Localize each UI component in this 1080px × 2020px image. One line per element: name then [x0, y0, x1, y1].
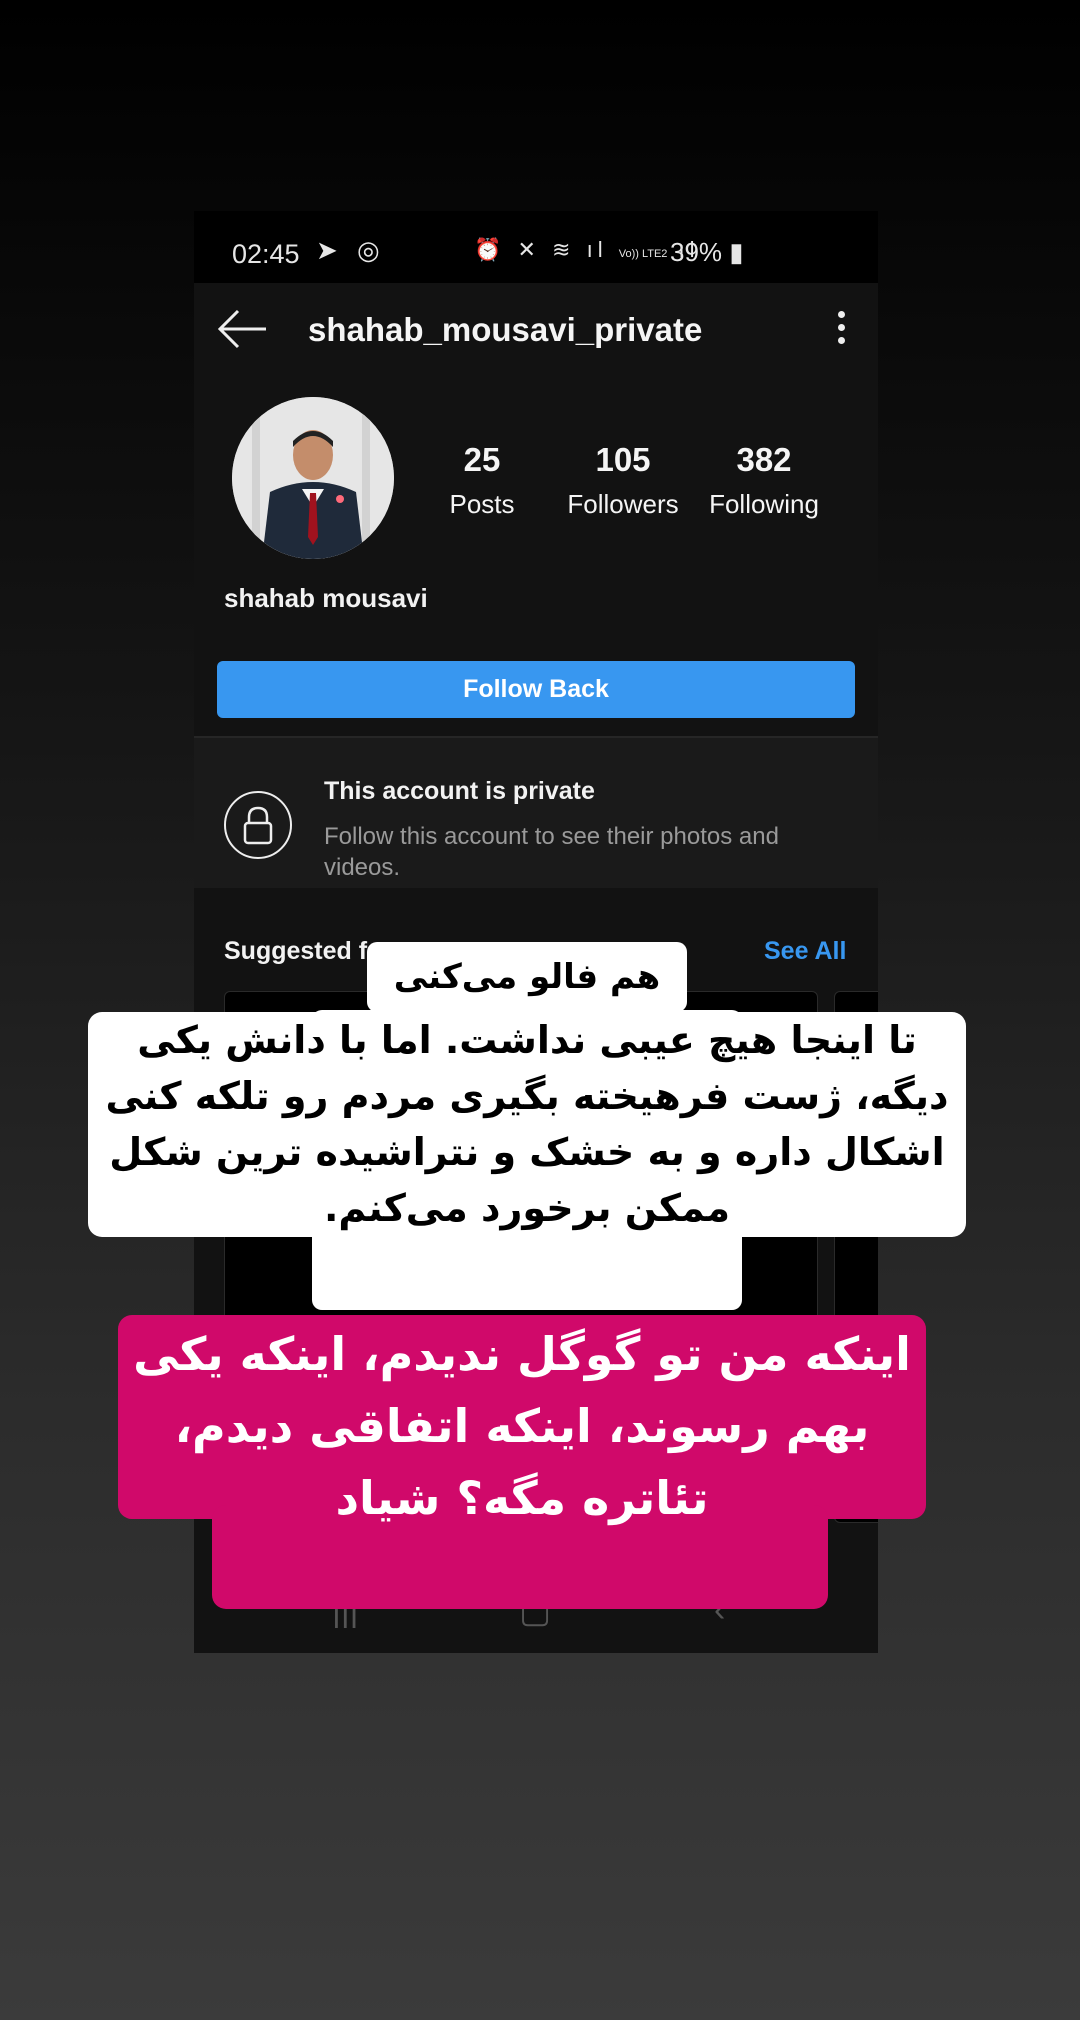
follow-back-button[interactable]: Follow Back [217, 661, 855, 718]
stat-followers[interactable]: 105 Followers [553, 441, 693, 520]
telegram-icon: ➤ ◎ [316, 235, 386, 265]
suggested-label: Suggested f [224, 937, 368, 965]
stat-posts[interactable]: 25 Posts [412, 441, 552, 520]
status-time: 02:45 [232, 239, 300, 269]
caption-sticker-top: هم فالو می‌کنی [367, 942, 687, 1012]
stat-following[interactable]: 382 Following [694, 441, 834, 520]
back-arrow-icon[interactable] [214, 303, 274, 355]
caption-sticker-middle: تا اینجا هیچ عیبی نداشت. اما با دانش یکی… [88, 1012, 966, 1237]
see-all-link[interactable]: See All [764, 937, 846, 966]
volte-icon: Vo)) LTE2 [618, 248, 668, 260]
private-title: This account is private [324, 777, 595, 805]
caption-sticker-pink: اینکه من تو گوگل ندیدم، اینکه یکی بهم رس… [133, 1327, 911, 1525]
profile-header: shahab_mousavi_private [194, 283, 878, 379]
status-icons: ⏰ ✕ ≋ ıl Vo)) LTE2 ıl [474, 237, 700, 262]
private-subtitle: Follow this account to see their photos … [324, 823, 779, 881]
display-name: shahab mousavi [224, 583, 428, 613]
lock-icon [224, 791, 292, 859]
more-options-icon[interactable] [836, 311, 846, 351]
profile-username: shahab_mousavi_private [308, 311, 703, 348]
battery-level: 39% ▮ [670, 237, 744, 267]
avatar[interactable] [232, 397, 394, 559]
status-bar: 02:45 ➤ ◎ ⏰ ✕ ≋ ıl Vo)) LTE2 ıl 39% ▮ [194, 211, 878, 283]
